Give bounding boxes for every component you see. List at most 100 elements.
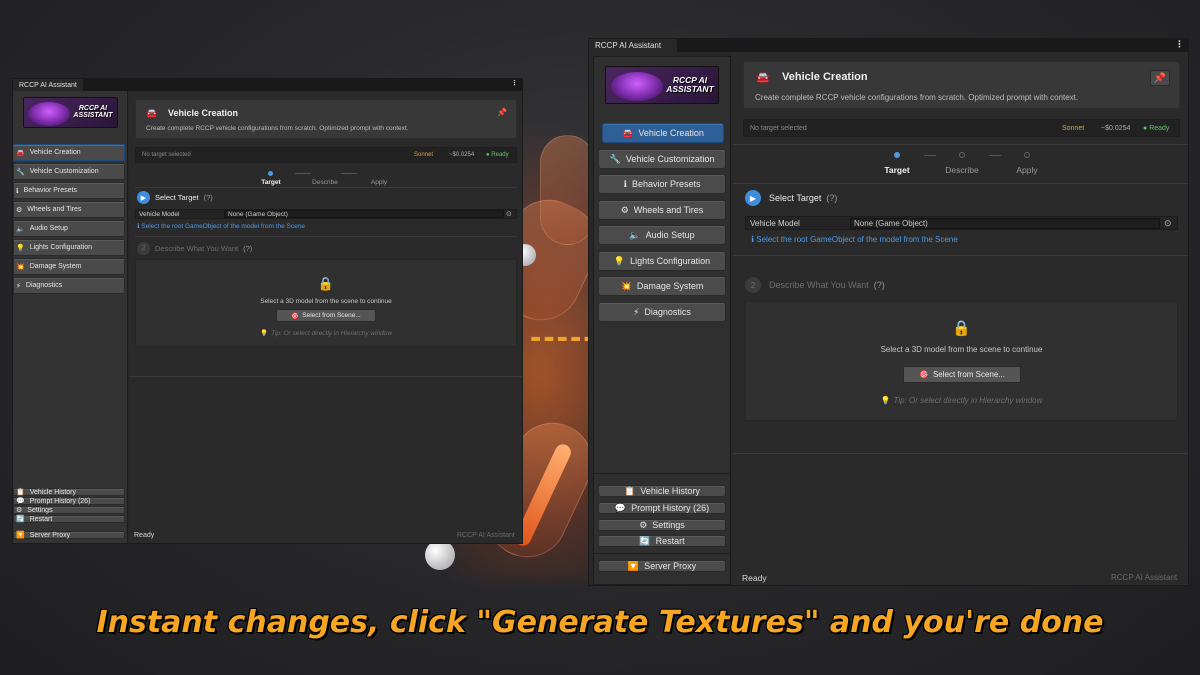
- sidebar-item-vehicle-creation[interactable]: 🚘 Vehicle Creation: [13, 144, 125, 161]
- settings-button[interactable]: ⚙ Settings: [13, 506, 125, 514]
- header-car-icon: 🚘: [756, 72, 770, 84]
- help-icon[interactable]: (?): [204, 193, 213, 202]
- step-apply[interactable]: Apply: [1002, 165, 1052, 175]
- prompt-history-button[interactable]: 💬 Prompt History (26): [13, 497, 125, 505]
- ready-status: ● Ready: [1143, 125, 1170, 132]
- clipboard-icon: 📋: [624, 485, 636, 496]
- vehicle-model-field[interactable]: None (Game Object): [224, 210, 504, 218]
- restart-button[interactable]: 🔄 Restart: [598, 535, 726, 547]
- sidebar-item-label: Wheels and Tires: [633, 205, 704, 215]
- sidebar-item-behavior-presets[interactable]: ℹ Behavior Presets: [13, 182, 125, 199]
- bulb-icon: 💡: [259, 330, 269, 337]
- section-title-select-target: Select Target (?): [155, 193, 213, 202]
- chat-icon: 💬: [16, 498, 25, 505]
- vehicle-history-button[interactable]: 📋 Vehicle History: [598, 485, 726, 497]
- header-card: 🚘 Vehicle Creation Create complete RCCP …: [135, 99, 517, 139]
- wrench-icon: 🔧: [16, 168, 25, 176]
- select-from-scene-button[interactable]: 🎯 Select from Scene...: [276, 309, 376, 322]
- hierarchy-tip: 💡 Tip: Or select directly in Hierarchy wi…: [880, 396, 1043, 405]
- main-panel: 🚘 Vehicle Creation Create complete RCCP …: [733, 52, 1188, 585]
- promo-caption: Instant changes, click "Generate Texture…: [96, 605, 1104, 640]
- sidebar-item-damage-system[interactable]: 💥 Damage System: [13, 258, 125, 275]
- help-icon[interactable]: (?): [243, 244, 252, 253]
- vehicle-history-button[interactable]: 📋 Vehicle History: [13, 488, 125, 496]
- play-icon: ▶: [137, 191, 150, 204]
- describe-locked-panel: 🔒 Select a 3D model from the scene to co…: [135, 259, 517, 347]
- sidebar-item-wheels-and-tires[interactable]: ⚙ Wheels and Tires: [13, 201, 125, 218]
- sidebar-item-label: Damage System: [29, 263, 82, 270]
- pin-icon[interactable]: 📌: [496, 106, 508, 118]
- divider: [135, 236, 517, 237]
- header-card: 🚘 Vehicle Creation Create complete RCCP …: [743, 61, 1180, 109]
- sidebar-item-behavior-presets[interactable]: ℹ Behavior Presets: [598, 174, 726, 194]
- lock-icon: 🔒: [317, 276, 335, 291]
- ready-status: ● Ready: [486, 152, 509, 158]
- kebab-menu-icon[interactable]: ⋮: [1175, 39, 1184, 50]
- hierarchy-tip: 💡 Tip: Or select directly in Hierarchy wi…: [259, 330, 393, 337]
- vehicle-model-row: Vehicle Model None (Game Object) ⊙: [135, 209, 517, 219]
- page-title: Vehicle Creation: [168, 108, 239, 118]
- logo: RCCP AI ASSISTANT: [605, 66, 719, 104]
- sidebar-item-lights-configuration[interactable]: 💡 Lights Configuration: [13, 239, 125, 256]
- divider: [733, 255, 1188, 256]
- title-bar: RCCP AI Assistant ⋮: [13, 79, 522, 91]
- refresh-icon: 🔄: [639, 535, 651, 546]
- gear-icon: ⚙: [16, 206, 23, 214]
- object-picker-icon[interactable]: ⊙: [1164, 218, 1172, 229]
- sidebar-item-vehicle-creation[interactable]: 🚘 Vehicle Creation: [602, 123, 724, 143]
- object-picker-icon[interactable]: ⊙: [506, 210, 512, 218]
- step-dot-apply: [1024, 152, 1030, 158]
- sidebar-item-wheels-and-tires[interactable]: ⚙ Wheels and Tires: [598, 200, 726, 220]
- speaker-icon: 🔈: [16, 225, 25, 233]
- select-from-scene-button[interactable]: 🎯 Select from Scene...: [903, 366, 1021, 383]
- sidebar-item-label: Behavior Presets: [631, 179, 701, 189]
- restart-button[interactable]: 🔄 Restart: [13, 515, 125, 523]
- step-target[interactable]: Target: [872, 165, 922, 175]
- step-connector: [295, 173, 311, 174]
- page-title: Vehicle Creation: [782, 71, 868, 83]
- sidebar-item-label: Vehicle Customization: [625, 154, 715, 164]
- sidebar: RCCP AI ASSISTANT 🚘 Vehicle Creation 🔧 Vehi…: [13, 91, 128, 543]
- logo-emblem-icon: [611, 72, 663, 101]
- vehicle-model-field[interactable]: None (Game Object): [850, 218, 1160, 229]
- kebab-menu-icon[interactable]: ⋮: [511, 79, 518, 87]
- step-describe[interactable]: Describe: [303, 179, 347, 186]
- vehicle-model-label: Vehicle Model: [750, 219, 800, 228]
- window-tab[interactable]: RCCP AI Assistant: [589, 39, 677, 52]
- server-proxy-button[interactable]: 🔽 Server Proxy: [598, 560, 726, 572]
- step-describe[interactable]: Describe: [937, 165, 987, 175]
- sidebar-item-vehicle-customization[interactable]: 🔧 Vehicle Customization: [13, 163, 125, 180]
- refresh-icon: 🔄: [16, 516, 25, 523]
- sidebar-item-diagnostics[interactable]: ⚡ Diagnostics: [13, 277, 125, 294]
- sidebar-item-damage-system[interactable]: 💥 Damage System: [598, 276, 726, 296]
- step-dot-target: [894, 152, 900, 158]
- sidebar-item-label: Lights Configuration: [630, 256, 711, 266]
- step-target[interactable]: Target: [249, 179, 293, 186]
- target-icon: 🎯: [291, 312, 300, 320]
- sidebar-item-label: Diagnostics: [25, 282, 63, 289]
- step-apply[interactable]: Apply: [357, 179, 401, 186]
- section-title-describe: Describe What You Want (?): [769, 280, 885, 290]
- play-icon: ▶: [745, 190, 761, 206]
- settings-button[interactable]: ⚙ Settings: [598, 519, 726, 531]
- sidebar-item-audio-setup[interactable]: 🔈 Audio Setup: [598, 225, 726, 245]
- pin-icon[interactable]: 📌: [1150, 70, 1170, 86]
- sidebar-item-audio-setup[interactable]: 🔈 Audio Setup: [13, 220, 125, 237]
- page-description: Create complete RCCP vehicle configurati…: [755, 93, 1079, 102]
- locked-message: Select a 3D model from the scene to cont…: [880, 345, 1043, 354]
- sidebar-item-label: Damage System: [636, 281, 704, 291]
- window-tab[interactable]: RCCP AI Assistant: [13, 79, 83, 91]
- locked-message: Select a 3D model from the scene to cont…: [260, 298, 392, 305]
- sidebar-item-vehicle-customization[interactable]: 🔧 Vehicle Customization: [598, 149, 726, 169]
- sidebar-item-label: Vehicle Customization: [29, 168, 99, 175]
- target-icon: 🎯: [919, 370, 929, 379]
- step-connector: [924, 155, 936, 156]
- assistant-window-small: RCCP AI Assistant ⋮ RCCP AI ASSISTANT 🚘 Ve…: [12, 78, 523, 544]
- help-icon[interactable]: (?): [874, 280, 885, 290]
- logo-text: RCCP AI ASSISTANT: [666, 75, 714, 94]
- server-proxy-button[interactable]: 🔽 Server Proxy: [13, 531, 125, 539]
- help-icon[interactable]: (?): [826, 193, 837, 203]
- prompt-history-button[interactable]: 💬 Prompt History (26): [598, 502, 726, 514]
- sidebar-item-lights-configuration[interactable]: 💡 Lights Configuration: [598, 251, 726, 271]
- sidebar-item-diagnostics[interactable]: ⚡ Diagnostics: [598, 302, 726, 322]
